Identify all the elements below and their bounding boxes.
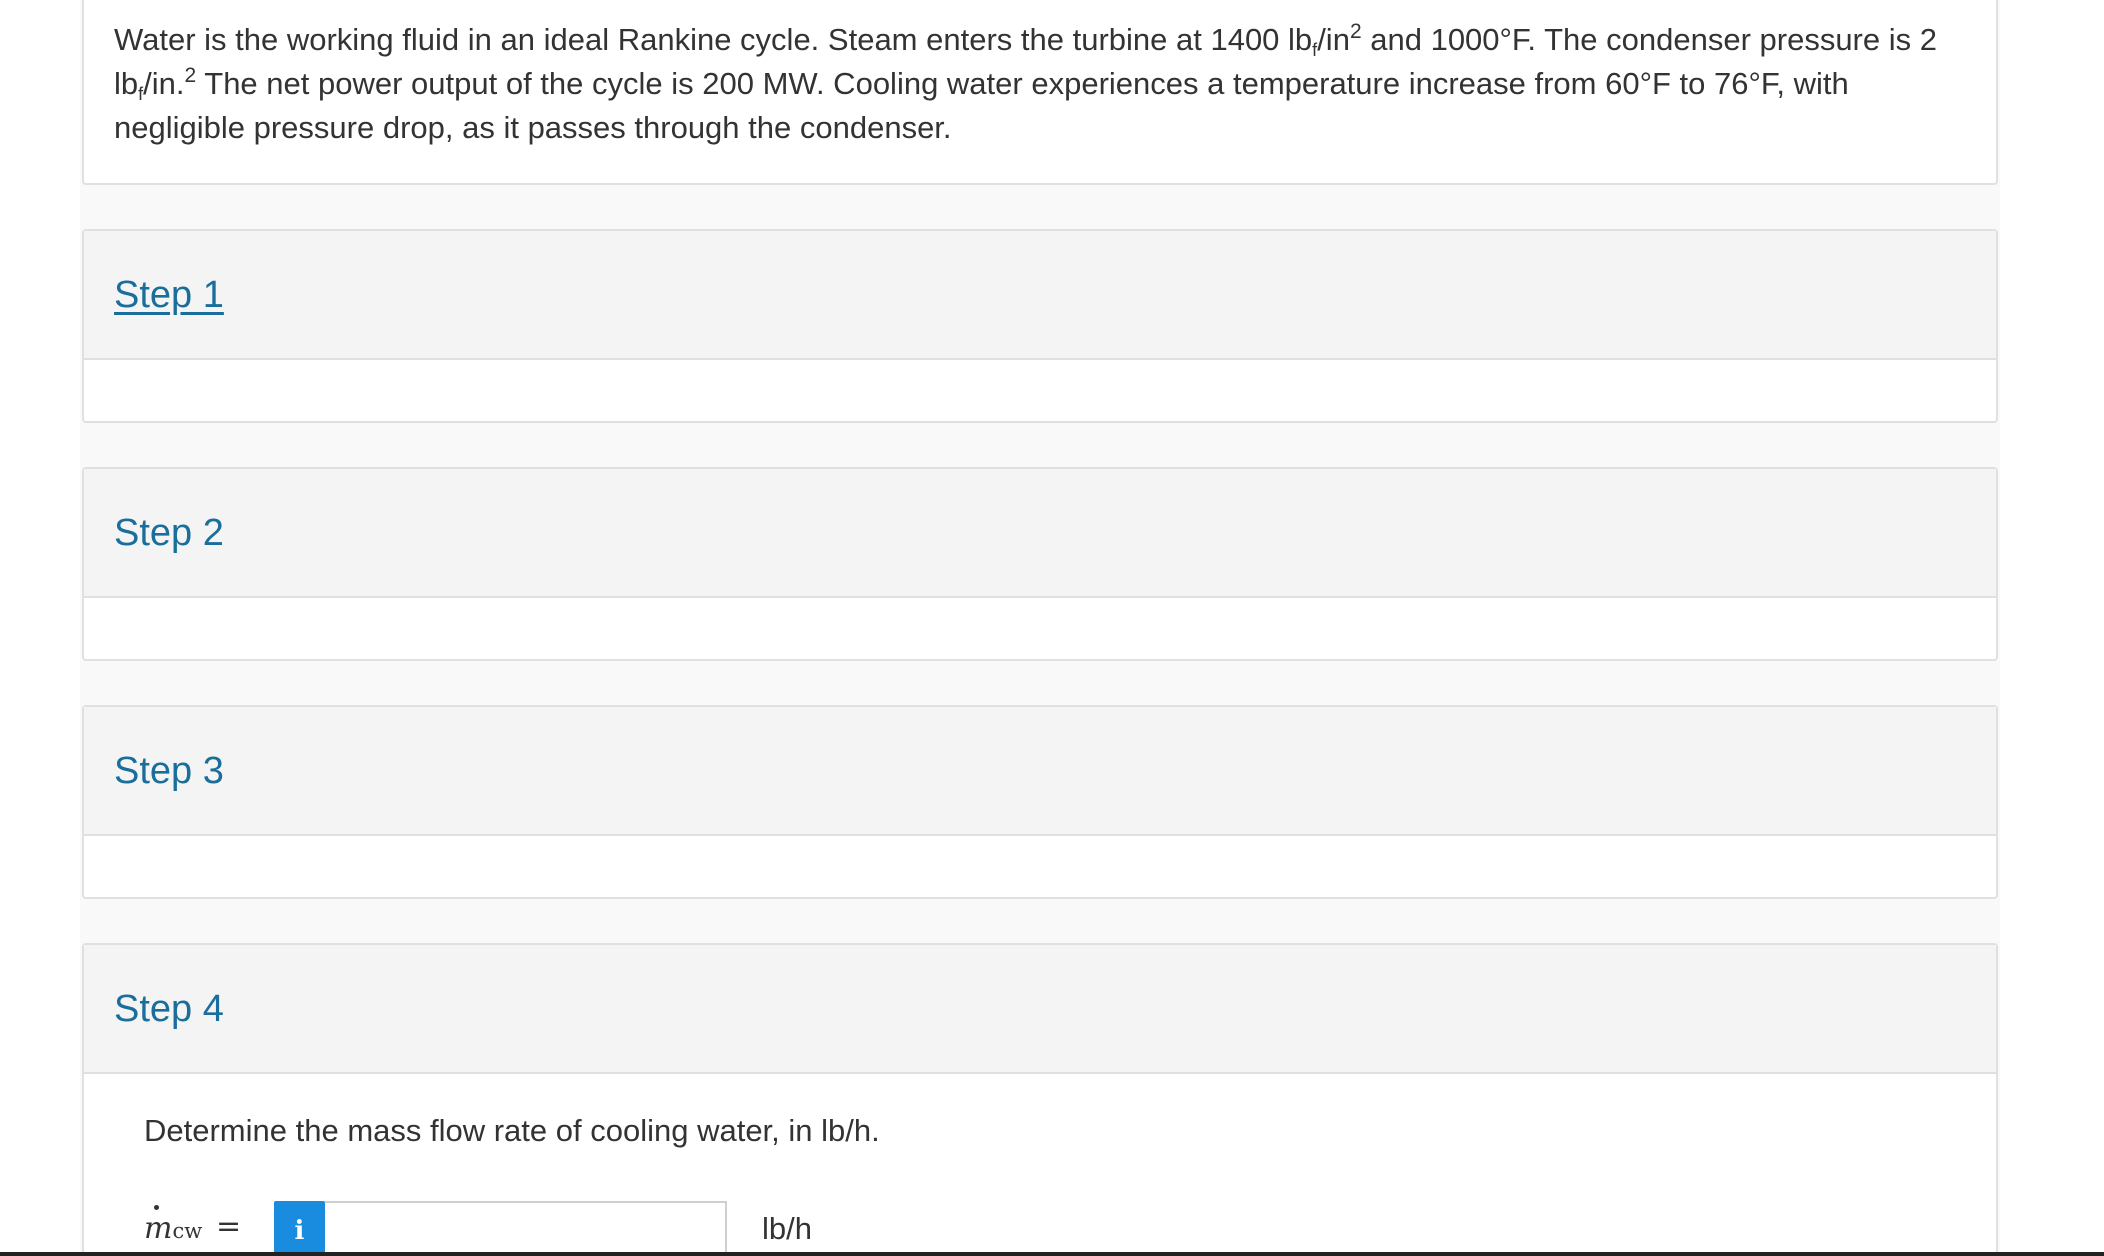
step-4-title[interactable]: Step 4 (114, 987, 224, 1031)
step-2-title[interactable]: Step 2 (114, 511, 224, 555)
step-1-card: Step 1 (82, 229, 1998, 423)
step-1-link[interactable]: Step 1 (114, 273, 224, 317)
bottom-border (0, 1252, 2104, 1256)
step-3-header[interactable]: Step 3 (84, 707, 1996, 836)
step-4-header[interactable]: Step 4 (84, 945, 1996, 1074)
step-1-header[interactable]: Step 1 (84, 231, 1996, 360)
equals-sign: = (216, 1209, 242, 1244)
question-text: Determine the mass flow rate of cooling … (144, 1113, 880, 1148)
page: Water is the working fluid in an ideal R… (0, 0, 2104, 1256)
step-3-card: Step 3 (82, 705, 1998, 899)
step-2-card: Step 2 (82, 467, 1998, 661)
variable-label: mcw (144, 1205, 203, 1246)
step-4-card: Step 4 Determine the mass flow rate of c… (82, 943, 1998, 1256)
variable-symbol: m (144, 1205, 173, 1246)
variable-subscript: cw (172, 1219, 203, 1243)
answer-input[interactable] (325, 1201, 727, 1256)
info-button[interactable]: i (274, 1201, 325, 1256)
problem-statement: Water is the working fluid in an ideal R… (82, 0, 1998, 185)
step-2-header[interactable]: Step 2 (84, 469, 1996, 598)
step-3-title[interactable]: Step 3 (114, 749, 224, 793)
unit-label: lb/h (762, 1211, 812, 1246)
